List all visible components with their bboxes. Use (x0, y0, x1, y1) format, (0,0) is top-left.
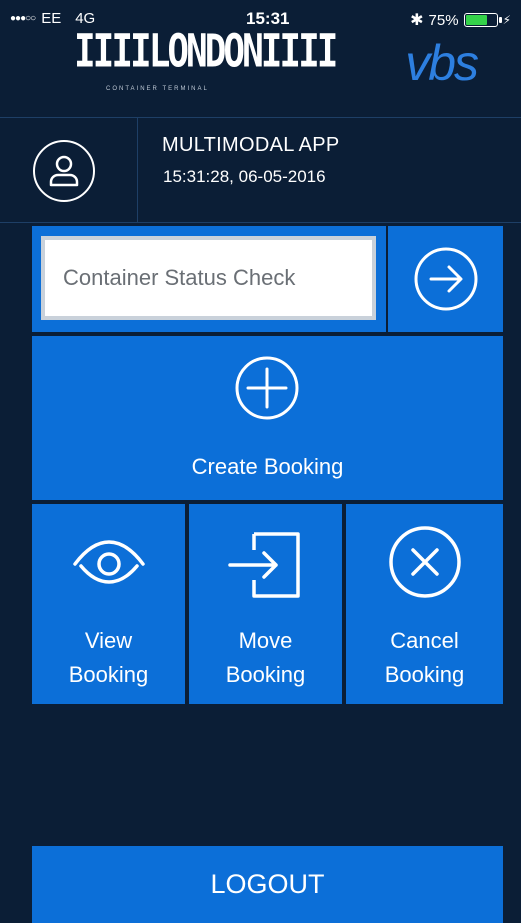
container-status-check-input[interactable] (41, 236, 376, 320)
divider (0, 222, 521, 223)
network-label: 4G (75, 10, 96, 27)
status-right: ✱ 75% ⚡ (410, 10, 511, 30)
battery-icon (463, 13, 502, 27)
profile-area[interactable] (0, 118, 138, 222)
app-datetime: 15:31:28, 06-05-2016 (163, 167, 326, 186)
carrier-label: EE (41, 10, 62, 27)
status-bar: ●●●○○ EE 4G 15:31 ✱ 75% ⚡ (0, 0, 521, 30)
move-booking-button[interactable]: Move Booking (189, 504, 342, 704)
app-title: MULTIMODAL APP (162, 134, 340, 156)
bluetooth-icon: ✱ (410, 12, 424, 29)
move-into-box-icon (227, 532, 300, 598)
eye-icon (72, 540, 145, 584)
create-booking-button[interactable]: Create Booking (32, 336, 503, 500)
view-booking-label: View Booking (68, 628, 149, 687)
charging-icon: ⚡ (502, 13, 511, 27)
vbs-logo: vbs (405, 35, 479, 91)
user-profile-icon[interactable] (33, 140, 95, 202)
battery-percent: 75% (428, 11, 459, 29)
create-booking-label: Create Booking (191, 454, 344, 479)
logo-london-text: IIIILONDONIIII (74, 26, 338, 78)
container-status-check-panel (32, 226, 386, 332)
plus-circle-icon (235, 356, 299, 420)
vbs-logo-text: vbs (405, 35, 479, 91)
arrow-right-circle-icon (414, 247, 477, 311)
move-booking-label: Move Booking (225, 628, 306, 687)
london-container-terminal-logo: IIIILONDONIIII CONTAINER TERMINAL (74, 26, 338, 92)
signal-strength-icon: ●●●○○ (10, 13, 36, 24)
logo-london-subtext: CONTAINER TERMINAL (106, 86, 209, 92)
cancel-booking-label: Cancel Booking (384, 628, 465, 687)
status-left: ●●●○○ EE 4G (10, 10, 95, 27)
logout-button[interactable]: LOGOUT (32, 846, 503, 923)
close-circle-icon (388, 526, 461, 598)
battery-fill (465, 15, 487, 25)
cancel-booking-button[interactable]: Cancel Booking (346, 504, 503, 704)
view-booking-button[interactable]: View Booking (32, 504, 185, 704)
container-status-check-go-button[interactable] (388, 226, 503, 332)
